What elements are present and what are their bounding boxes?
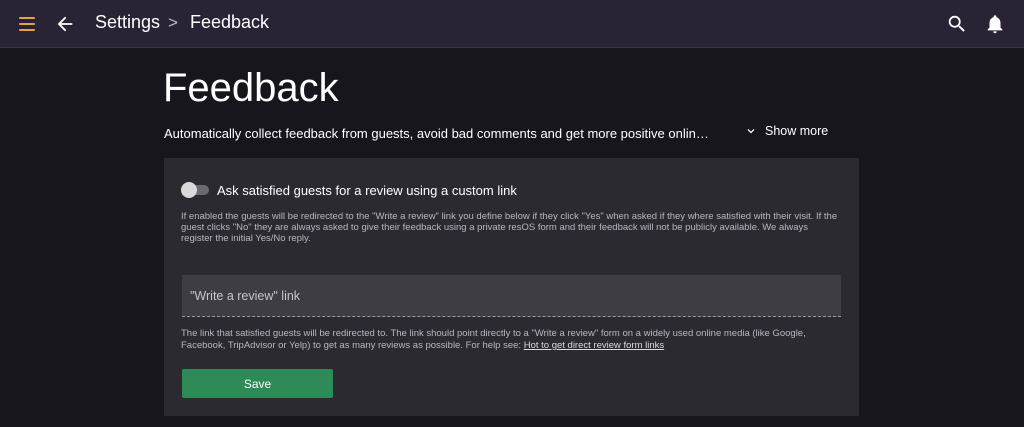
breadcrumb-settings[interactable]: Settings — [95, 12, 160, 33]
page-description: Automatically collect feedback from gues… — [164, 126, 709, 141]
save-button[interactable]: Save — [182, 369, 333, 398]
page-title: Feedback — [163, 66, 339, 110]
review-link-toggle-label[interactable]: Ask satisfied guests for a review using … — [217, 183, 517, 198]
review-form-help-link[interactable]: Hot to get direct review form links — [524, 340, 664, 351]
show-more-label: Show more — [765, 124, 829, 138]
write-review-link-input[interactable]: "Write a review" link — [182, 275, 841, 317]
review-link-toggle[interactable] — [181, 182, 209, 198]
bell-icon[interactable] — [984, 12, 1006, 36]
write-review-link-placeholder: "Write a review" link — [190, 289, 301, 303]
back-arrow-icon[interactable] — [54, 13, 76, 35]
link-help-text: The link that satisfied guests will be r… — [181, 328, 841, 352]
menu-icon[interactable] — [19, 17, 35, 31]
feedback-settings-card: Ask satisfied guests for a review using … — [164, 158, 859, 416]
link-help-body: The link that satisfied guests will be r… — [181, 328, 806, 351]
chevron-down-icon — [747, 129, 755, 134]
top-app-bar: Settings > Feedback — [0, 0, 1024, 48]
show-more-button[interactable]: Show more — [744, 124, 828, 138]
breadcrumb-current: Feedback — [190, 12, 270, 32]
search-icon[interactable] — [946, 13, 968, 35]
breadcrumb-separator: > — [168, 13, 178, 32]
toggle-help-text: If enabled the guests will be redirected… — [181, 211, 838, 244]
